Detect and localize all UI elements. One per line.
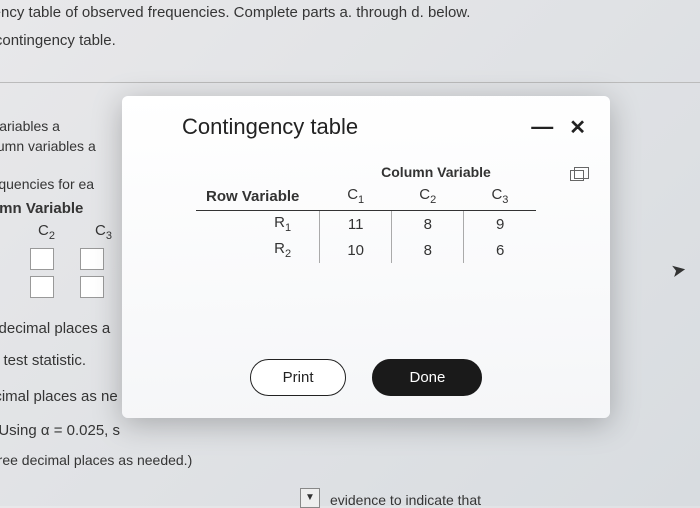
column-variable-header: Column Variable [196,164,536,182]
bg-fragment: frequencies for ea [0,176,94,192]
bg-col-label-c2: C2 [38,222,55,242]
print-button[interactable]: Print [250,359,347,396]
bg-umn-variable: umn Variable [0,200,83,217]
bg-col-label-c3: C3 [95,222,112,242]
evidence-dropdown[interactable]: ▼ [300,488,320,508]
bg-problem-line: ngency table of observed frequencies. Co… [0,4,470,21]
bg-fragment: olumn variables a [0,138,96,154]
cell-r1-c3: 9 [464,211,536,238]
modal-header: Contingency table — ✕ [146,114,586,140]
col-header-c3: C3 [464,182,536,211]
done-button[interactable]: Done [372,359,482,396]
contingency-table-modal: Contingency table — ✕ Column Variable Ro… [122,96,610,418]
row-label-r2: R2 [196,237,320,263]
bg-fragment: re test statistic. [0,352,86,369]
bg-fragment: three decimal places as needed.) [0,452,192,468]
bg-problem-line: he contingency table. [0,32,116,49]
bg-alpha-line: . Using α = 0.025, s [0,422,120,439]
bg-fragment: ecimal places as ne [0,388,118,405]
bg-answer-input[interactable] [80,248,104,270]
bg-answer-input[interactable] [80,276,104,298]
cell-r2-c3: 6 [464,237,536,263]
bg-answer-input[interactable] [30,276,54,298]
col-header-c2: C2 [392,182,464,211]
close-icon[interactable]: ✕ [569,115,586,140]
cell-r2-c2: 8 [392,237,464,263]
bg-answer-input[interactable] [30,248,54,270]
cursor-icon: ➤ [669,259,688,282]
minimize-icon[interactable]: — [531,122,553,132]
row-variable-header: Row Variable [196,182,320,211]
divider [0,82,700,83]
contingency-table: Column Variable Row Variable C1 C2 C3 R1… [196,164,536,263]
bg-fragment: iumn variables a [0,118,60,134]
bg-fragment: o decimal places a [0,320,110,337]
modal-title: Contingency table [182,114,358,140]
row-label-r1: R1 [196,211,320,238]
cell-r1-c2: 8 [392,211,464,238]
cell-r2-c1: 10 [320,237,392,263]
cell-r1-c1: 11 [320,211,392,238]
modal-button-row: Print Done [122,359,610,396]
copy-icon[interactable] [570,170,584,181]
col-header-c1: C1 [320,182,392,211]
